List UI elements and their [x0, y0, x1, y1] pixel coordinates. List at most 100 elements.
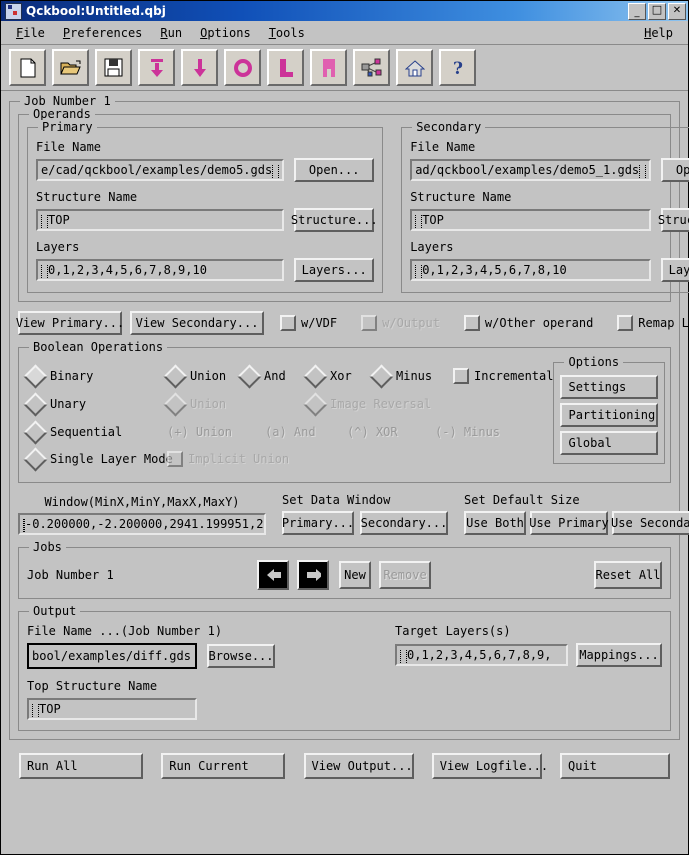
use-primary-button[interactable]: Use Primary — [529, 511, 609, 535]
boolean-operations-frame: Boolean Operations Binary Union And Xor … — [18, 340, 671, 483]
op-incremental[interactable]: Incremental — [453, 368, 553, 384]
new-file-button[interactable] — [9, 49, 46, 86]
next-job-button[interactable] — [297, 560, 329, 590]
target-layers-value: 0,1,2,3,4,5,6,7,8,9, — [407, 648, 552, 662]
close-icon: ✕ — [672, 4, 682, 16]
window-settings-row: Window(MinX,MinY,MaxX,MaxY) -0.200000,-2… — [18, 493, 689, 535]
text-caret — [32, 703, 39, 717]
previous-job-button[interactable] — [257, 560, 289, 590]
secondary-file-row: ad/qckbool/examples/demo5_1.gds Open... — [410, 158, 689, 182]
target-layers-row: 0,1,2,3,4,5,6,7,8,9, Mappings... — [395, 643, 662, 667]
union-op-button[interactable] — [224, 49, 261, 86]
top-structure-input[interactable]: TOP — [27, 698, 197, 720]
secondary-structure-value: TOP — [422, 213, 444, 227]
import-button[interactable] — [138, 49, 175, 86]
set-data-window-buttons: Primary... Secondary... — [282, 511, 448, 535]
data-window-primary-button[interactable]: Primary... — [282, 511, 354, 535]
boolean-operations-body: Binary Union And Xor Minus Incremental U… — [23, 355, 666, 472]
settings-button[interactable]: Settings — [560, 375, 659, 399]
mode-sequential[interactable]: Sequential — [23, 419, 167, 445]
new-job-button[interactable]: New — [339, 561, 371, 589]
mode-binary[interactable]: Binary — [23, 363, 167, 389]
secondary-layers-input[interactable]: 0,1,2,3,4,5,6,7,8,10 — [410, 259, 652, 281]
use-secondary-button[interactable]: Use Secondary — [611, 511, 689, 535]
open-folder-button[interactable] — [52, 49, 89, 86]
secondary-file-value: ad/qckbool/examples/demo5_1.gds — [415, 163, 640, 177]
and-op-button[interactable] — [267, 49, 304, 86]
menu-options[interactable]: Options — [191, 24, 260, 42]
output-file-input[interactable]: bool/examples/diff.gds — [27, 643, 197, 669]
secondary-file-input[interactable]: ad/qckbool/examples/demo5_1.gds — [410, 159, 652, 181]
partitioning-button[interactable]: Partitioning — [560, 403, 659, 427]
browse-button[interactable]: Browse... — [207, 644, 275, 668]
use-both-button[interactable]: Use Both — [464, 511, 526, 535]
primary-layers-value: 0,1,2,3,4,5,6,7,8,9,10 — [48, 263, 207, 277]
menu-run[interactable]: Run — [151, 24, 191, 42]
menu-tools[interactable]: Tools — [260, 24, 314, 42]
seq-op-union: (+) Union — [167, 425, 233, 439]
radio-diamond — [303, 363, 328, 389]
global-button[interactable]: Global — [560, 431, 659, 455]
output-top-row: File Name ...(Job Number 1) bool/example… — [27, 624, 662, 669]
window-extent-input[interactable]: -0.200000,-2.200000,2941.199951,2626 — [18, 513, 266, 535]
menu-help[interactable]: Help — [635, 24, 682, 42]
op-union[interactable]: Union — [163, 363, 241, 389]
op-and-label: And — [264, 369, 286, 383]
close-button[interactable]: ✕ — [668, 2, 686, 20]
output-file-label: File Name ...(Job Number 1) — [27, 624, 223, 638]
view-logfile-button[interactable]: View Logfile... — [431, 753, 548, 779]
menu-preferences[interactable]: Preferences — [54, 24, 151, 42]
primary-layers-input[interactable]: 0,1,2,3,4,5,6,7,8,9,10 — [36, 259, 285, 281]
check-w-other-operand[interactable]: w/Other operand — [463, 315, 593, 331]
home-button[interactable] — [396, 49, 433, 86]
op-xor[interactable]: Xor — [303, 363, 373, 389]
secondary-structure-row: TOP Structure... — [410, 208, 689, 232]
partition-button[interactable] — [353, 49, 390, 86]
primary-layers-label: Layers — [36, 240, 80, 254]
mappings-button[interactable]: Mappings... — [576, 643, 662, 667]
primary-structure-input[interactable]: TOP — [36, 209, 285, 231]
export-button[interactable] — [181, 49, 218, 86]
secondary-layers-button[interactable]: Layers... — [661, 258, 689, 282]
help-button[interactable]: ? — [439, 49, 476, 86]
check-remap-layers[interactable]: Remap Layers — [617, 315, 689, 331]
check-w-output: w/Output — [361, 315, 440, 331]
op-incremental-label: Incremental — [474, 369, 554, 383]
l-shape-icon — [279, 58, 293, 77]
secondary-open-button[interactable]: Open... — [661, 158, 689, 182]
xor-op-button[interactable] — [310, 49, 347, 86]
quit-button[interactable]: Quit — [560, 753, 670, 779]
unary-row: Unary Union Image Reversal — [23, 390, 553, 418]
operands-frame-title: Operands — [29, 107, 95, 121]
reset-all-button[interactable]: Reset All — [594, 561, 662, 589]
target-layers-input[interactable]: 0,1,2,3,4,5,6,7,8,9, — [395, 644, 568, 666]
view-primary-button[interactable]: View Primary... — [16, 311, 124, 335]
primary-file-input[interactable]: e/cad/qckbool/examples/demo5.gds — [36, 159, 285, 181]
check-w-vdf[interactable]: w/VDF — [280, 315, 337, 331]
menu-file[interactable]: FFileile — [7, 24, 54, 42]
primary-open-button[interactable]: Open... — [294, 158, 375, 182]
text-caret — [23, 518, 25, 532]
primary-structure-button[interactable]: Structure... — [291, 208, 378, 232]
checkbox-box — [167, 451, 183, 467]
set-default-size-group: Set Default Size Use Both Use Primary Us… — [464, 493, 689, 535]
maximize-button[interactable]: □ — [648, 2, 666, 20]
radio-diamond — [369, 363, 394, 389]
view-secondary-button[interactable]: View Secondary... — [130, 311, 264, 335]
primary-layers-button[interactable]: Layers... — [294, 258, 375, 282]
data-window-secondary-button[interactable]: Secondary... — [360, 511, 448, 535]
secondary-structure-button[interactable]: Structure... — [658, 208, 689, 232]
op-and[interactable]: And — [237, 363, 307, 389]
secondary-structure-input[interactable]: TOP — [410, 209, 652, 231]
op-minus[interactable]: Minus — [369, 363, 453, 389]
mode-unary[interactable]: Unary — [23, 391, 167, 417]
save-button[interactable] — [95, 49, 132, 86]
minimize-button[interactable]: _ — [628, 2, 646, 20]
view-output-button[interactable]: View Output... — [303, 753, 414, 779]
primary-file-value: e/cad/qckbool/examples/demo5.gds — [41, 163, 273, 177]
text-caret — [639, 164, 647, 178]
single-layer-implicit-union: Implicit Union — [167, 451, 289, 467]
run-all-button[interactable]: Run All — [19, 753, 143, 779]
run-current-button[interactable]: Run Current — [161, 753, 286, 779]
mode-single-layer[interactable]: Single Layer Mode — [23, 446, 173, 472]
